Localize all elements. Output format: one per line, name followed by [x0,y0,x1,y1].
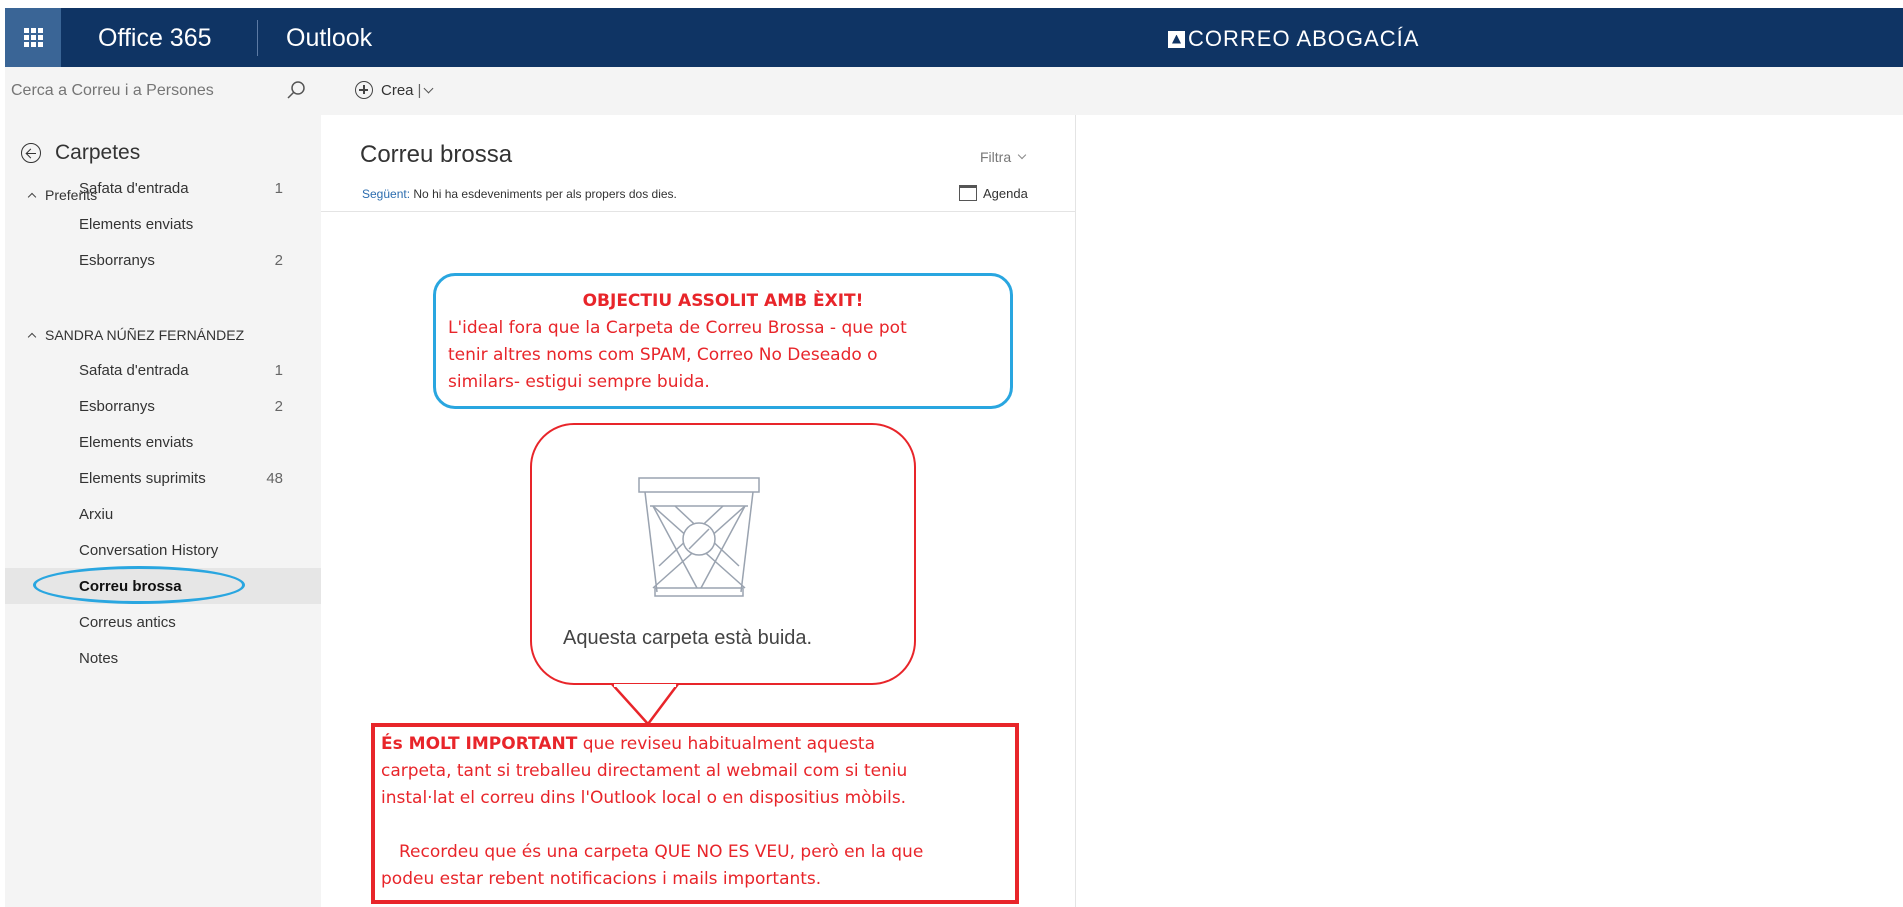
filter-button[interactable]: Filtra [980,149,1027,165]
tenant-logo-mark-icon [1168,30,1185,48]
office-365-brand[interactable]: Office 365 [98,24,212,53]
sidebar-item-notes[interactable]: Notes [5,640,321,676]
next-event-text: No hi ha esdeveniments per als propers d… [413,187,677,201]
empty-folder-message: Aquesta carpeta està buida. [563,627,813,649]
chevron-down-icon [1017,150,1027,160]
folders-header-label: Carpetes [55,141,141,164]
annotation-title: OBJECTIU ASSOLIT AMB ÈXIT! [582,291,864,311]
annotation-line: tenir altres noms com SPAM, Correo No De… [448,345,878,365]
account-group-header[interactable]: SANDRA NÚÑEZ FERNÁNDEZ [27,327,245,343]
sidebar-item-label: Elements enviats [79,433,194,451]
sidebar-item-label: Notes [79,649,119,667]
note-bold-lead: És MOLT IMPORTANT [381,734,578,754]
sidebar-item-fav-drafts[interactable]: Esborranys 2 [5,242,321,278]
search-input[interactable] [11,82,281,100]
annotation-line: L'ideal fora que la Carpeta de Correu Br… [448,318,907,338]
sidebar-item-label: Esborranys [79,251,155,269]
note-line-2: carpeta, tant si treballeu directament a… [381,761,908,781]
unread-count: 2 [274,251,283,269]
unread-count: 2 [274,397,283,415]
note-line-1-rest: que reviseu habitualment aquesta [577,734,876,754]
sidebar-item-label: Esborranys [79,397,155,415]
sidebar-item-label: Safata d'entrada [79,361,189,379]
unread-count: 48 [266,469,283,487]
new-button-label: Crea [381,81,414,99]
app-launcher-button[interactable] [5,8,61,67]
sidebar-item-old-mail[interactable]: Correus antics [5,604,321,640]
note-line-1: És MOLT IMPORTANT que reviseu habitualme… [381,731,1009,758]
unread-count: 1 [274,179,283,197]
folders-header[interactable]: Carpetes [21,141,140,165]
sidebar-item-label: Arxiu [79,505,114,523]
success-annotation-bubble: OBJECTIU ASSOLIT AMB ÈXIT! L'ideal fora … [433,273,1013,409]
note-line-4: Recordeu que és una carpeta QUE NO ES VE… [399,842,924,862]
highlight-ring-annotation [33,566,245,604]
chevron-down-icon[interactable] [423,83,434,93]
next-event-key: Següent: [362,187,411,201]
callout-tail [611,684,679,726]
calendar-icon [959,185,977,201]
command-bar: Crea | [5,67,1903,115]
header-divider [321,211,1076,212]
sidebar-item-archive[interactable]: Arxiu [5,496,321,532]
important-note-annotation: És MOLT IMPORTANT que reviseu habitualme… [371,723,1019,904]
sidebar-item-sent[interactable]: Elements enviats [5,424,321,460]
tenant-logo: CORREO ABOGACÍA [1168,26,1419,52]
brand-divider [257,20,258,56]
sidebar-item-inbox[interactable]: Safata d'entrada 1 [5,352,321,388]
top-bar: Office 365 Outlook CORREO ABOGACÍA [5,8,1903,67]
next-event-info: Següent: No hi ha esdeveniments per als … [362,187,677,201]
sidebar-item-label: Conversation History [79,541,219,559]
note-line-3: instal·lat el correu dins l'Outlook loca… [381,788,907,808]
new-button[interactable]: Crea | [355,81,434,99]
account-group-label: SANDRA NÚÑEZ FERNÁNDEZ [45,327,245,343]
agenda-label: Agenda [983,185,1028,201]
search-icon[interactable] [285,79,307,101]
sidebar-item-label: Safata d'entrada [79,179,189,197]
sidebar-item-label: Elements suprimits [79,469,206,487]
agenda-button[interactable]: Agenda [959,185,1028,201]
sidebar-item-drafts[interactable]: Esborranys 2 [5,388,321,424]
back-arrow-icon[interactable] [21,143,41,163]
filter-label: Filtra [980,149,1012,165]
sidebar-item-fav-inbox[interactable]: Safata d'entrada 1 [5,170,321,206]
add-circle-icon [355,81,373,99]
sidebar-item-fav-sent[interactable]: Elements enviats [5,206,321,242]
sidebar-item-label: Elements enviats [79,215,194,233]
tenant-logo-text: CORREO ABOGACÍA [1188,26,1420,51]
note-line-5: podeu estar rebent notificacions i mails… [381,869,822,889]
unread-count: 1 [274,361,283,379]
annotation-line: similars- estigui sempre buida. [448,372,710,392]
sidebar-item-conversation-history[interactable]: Conversation History [5,532,321,568]
empty-junk-bin-icon [638,477,760,597]
new-button-separator: | [417,81,422,99]
app-name-outlook[interactable]: Outlook [286,24,372,53]
folder-title: Correu brossa [360,141,513,168]
search-box [5,67,323,115]
sidebar-item-deleted[interactable]: Elements suprimits 48 [5,460,321,496]
chevron-up-icon [27,332,37,341]
sidebar-item-label: Correus antics [79,613,176,631]
app-launcher-icon [23,28,43,47]
